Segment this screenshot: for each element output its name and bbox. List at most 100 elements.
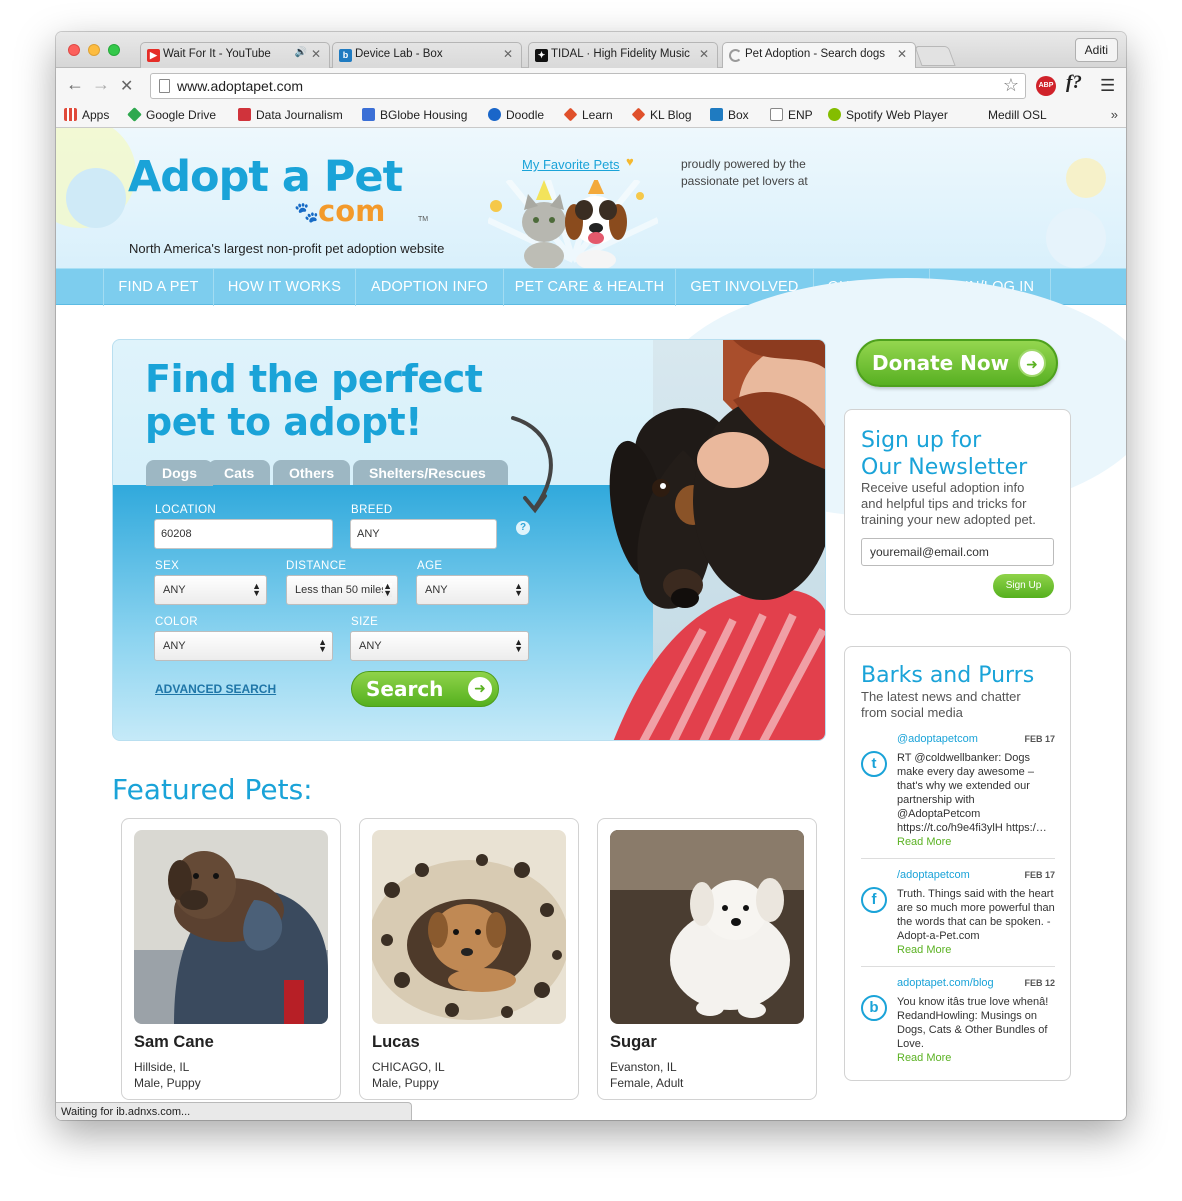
bookmark-doodle[interactable]: Doodle: [488, 108, 544, 122]
dog-and-woman-photo: [609, 340, 825, 740]
bookmark-google-drive[interactable]: Google Drive: [127, 107, 216, 122]
tab-device-lab[interactable]: b Device Lab - Box ✕: [332, 42, 522, 68]
pet-photo[interactable]: [372, 830, 566, 1024]
color-select[interactable]: ANY ▲ ▼: [154, 631, 333, 661]
new-tab-button[interactable]: [914, 46, 956, 66]
box-icon: [710, 108, 723, 121]
tidal-icon: ✦: [535, 49, 548, 62]
tab-tidal[interactable]: ✦ TIDAL · High Fidelity Music ✕: [528, 42, 718, 68]
distance-select[interactable]: Less than 50 miles ▲ ▼: [286, 575, 398, 605]
tab-title: TIDAL · High Fidelity Music: [551, 48, 690, 60]
sex-select[interactable]: ANY ▲ ▼: [154, 575, 267, 605]
close-tab-icon[interactable]: ✕: [699, 47, 709, 61]
advanced-search-link[interactable]: ADVANCED SEARCH: [155, 682, 276, 696]
pet-card[interactable]: Sam Cane Hillside, IL Male, Puppy: [121, 818, 341, 1100]
extension-f-icon[interactable]: f?: [1066, 72, 1082, 94]
chrome-menu-icon[interactable]: ☰: [1100, 76, 1115, 96]
bookmark-medill-osl[interactable]: Medill OSL: [988, 108, 1047, 122]
minimize-window-button[interactable]: [88, 44, 100, 56]
hero-title: Find the perfect pet to adopt!: [145, 357, 483, 444]
browser-toolbar: ← → ✕ www.adoptapet.com ☆ ABP f? ☰: [56, 68, 1126, 104]
adblock-plus-icon[interactable]: ABP: [1036, 76, 1056, 96]
profile-button[interactable]: Aditi: [1074, 38, 1118, 62]
close-tab-icon[interactable]: ✕: [311, 47, 321, 61]
tab-shelters-rescues[interactable]: Shelters/Rescues: [353, 460, 508, 486]
tab-others[interactable]: Others: [273, 460, 351, 486]
bookmark-apps[interactable]: Apps: [64, 108, 109, 122]
twitter-icon[interactable]: t: [861, 751, 887, 777]
close-tab-icon[interactable]: ✕: [897, 47, 907, 61]
site-logo-com: com: [318, 194, 386, 228]
back-arrow-icon[interactable]: ←: [66, 74, 84, 95]
tab-dogs[interactable]: Dogs: [146, 460, 213, 486]
pet-location: CHICAGO, IL: [372, 1060, 445, 1074]
pet-card[interactable]: Lucas CHICAGO, IL Male, Puppy: [359, 818, 579, 1100]
newsletter-signup-button[interactable]: Sign Up: [993, 574, 1054, 598]
bookmark-enp[interactable]: ENP: [770, 108, 813, 122]
forward-arrow-icon[interactable]: →: [92, 74, 110, 95]
select-arrows-icon: ▲ ▼: [514, 637, 523, 654]
feed-source[interactable]: @adoptapetcom: [897, 733, 978, 745]
bookmarks-bar: Apps Google Drive Data Journalism BGlobe…: [56, 104, 1126, 128]
search-button[interactable]: Search ➜: [351, 671, 499, 707]
feed-item: t @adoptapetcom FEB 17 RT @coldwellbanke…: [861, 733, 1055, 853]
trademark-mark: TM: [418, 216, 429, 223]
more-bookmarks-icon[interactable]: »: [1111, 107, 1118, 122]
pet-name[interactable]: Lucas: [372, 1033, 420, 1052]
arrow-right-icon: ➜: [1018, 349, 1046, 377]
bookmark-bglobe-housing[interactable]: BGlobe Housing: [362, 108, 467, 122]
size-select[interactable]: ANY ▲ ▼: [350, 631, 529, 661]
blog-icon[interactable]: b: [861, 995, 887, 1021]
bookmark-data-journalism[interactable]: Data Journalism: [238, 108, 343, 122]
help-icon[interactable]: ?: [516, 521, 530, 535]
youtube-icon: ▶: [147, 49, 160, 62]
pet-photo[interactable]: [134, 830, 328, 1024]
arrow-right-icon: ➜: [468, 677, 492, 701]
stop-loading-icon[interactable]: ✕: [120, 76, 133, 96]
read-more-link[interactable]: Read More: [897, 1052, 951, 1064]
close-tab-icon[interactable]: ✕: [503, 47, 513, 61]
facebook-icon[interactable]: f: [861, 887, 887, 913]
close-window-button[interactable]: [68, 44, 80, 56]
tab-title: Wait For It - YouTube: [163, 48, 271, 60]
apps-grid-icon: [64, 108, 77, 121]
pet-photo[interactable]: [610, 830, 804, 1024]
age-select[interactable]: ANY ▲ ▼: [416, 575, 529, 605]
newsletter-email-input[interactable]: youremail@email.com: [861, 538, 1054, 566]
location-label: LOCATION: [155, 504, 217, 516]
tab-pet-adoption[interactable]: Pet Adoption - Search dogs ✕: [722, 42, 916, 68]
pet-name[interactable]: Sugar: [610, 1033, 657, 1052]
bookmark-spotify[interactable]: Spotify Web Player: [828, 108, 948, 122]
color-label: COLOR: [155, 616, 198, 628]
nav-pet-care-health[interactable]: PET CARE & HEALTH: [503, 269, 675, 306]
feed-source[interactable]: /adoptapetcom: [897, 869, 970, 881]
breed-input[interactable]: ANY: [350, 519, 497, 549]
bookmark-learn[interactable]: Learn: [563, 107, 613, 122]
location-input[interactable]: 60208: [154, 519, 333, 549]
pet-sex-age: Male, Puppy: [372, 1076, 439, 1090]
tab-cats[interactable]: Cats: [208, 460, 271, 486]
tab-youtube[interactable]: ▶ Wait For It - YouTube 🔊 ✕: [140, 42, 330, 68]
read-more-link[interactable]: Read More: [897, 836, 951, 848]
bookmark-star-icon[interactable]: ☆: [1003, 75, 1019, 96]
pet-name[interactable]: Sam Cane: [134, 1033, 214, 1052]
browser-window: ▶ Wait For It - YouTube 🔊 ✕ b Device Lab…: [56, 32, 1126, 1120]
zoom-window-button[interactable]: [108, 44, 120, 56]
nav-adoption-info[interactable]: ADOPTION INFO: [355, 269, 503, 306]
nav-find-a-pet[interactable]: FIND A PET: [103, 269, 213, 306]
feed-source[interactable]: adoptapet.com/blog: [897, 977, 994, 989]
bookmark-box[interactable]: Box: [710, 108, 749, 122]
barks-title: Barks and Purrs: [861, 663, 1035, 688]
newsletter-card: Sign up for Our Newsletter Receive usefu…: [844, 409, 1071, 615]
read-more-link[interactable]: Read More: [897, 944, 951, 956]
donate-now-button[interactable]: Donate Now ➜: [856, 339, 1058, 387]
nav-how-it-works[interactable]: HOW IT WORKS: [213, 269, 355, 306]
pet-card[interactable]: Sugar Evanston, IL Female, Adult: [597, 818, 817, 1100]
my-favorite-pets-link[interactable]: My Favorite Pets: [522, 157, 620, 172]
speaker-icon[interactable]: 🔊: [295, 47, 307, 58]
url-text[interactable]: www.adoptapet.com: [177, 78, 303, 94]
feed-date: FEB 17: [1024, 870, 1055, 880]
address-bar[interactable]: www.adoptapet.com ☆: [150, 73, 1026, 99]
bookmark-kl-blog[interactable]: KL Blog: [631, 107, 692, 122]
newsletter-description: Receive useful adoption info and helpful…: [861, 480, 1036, 527]
